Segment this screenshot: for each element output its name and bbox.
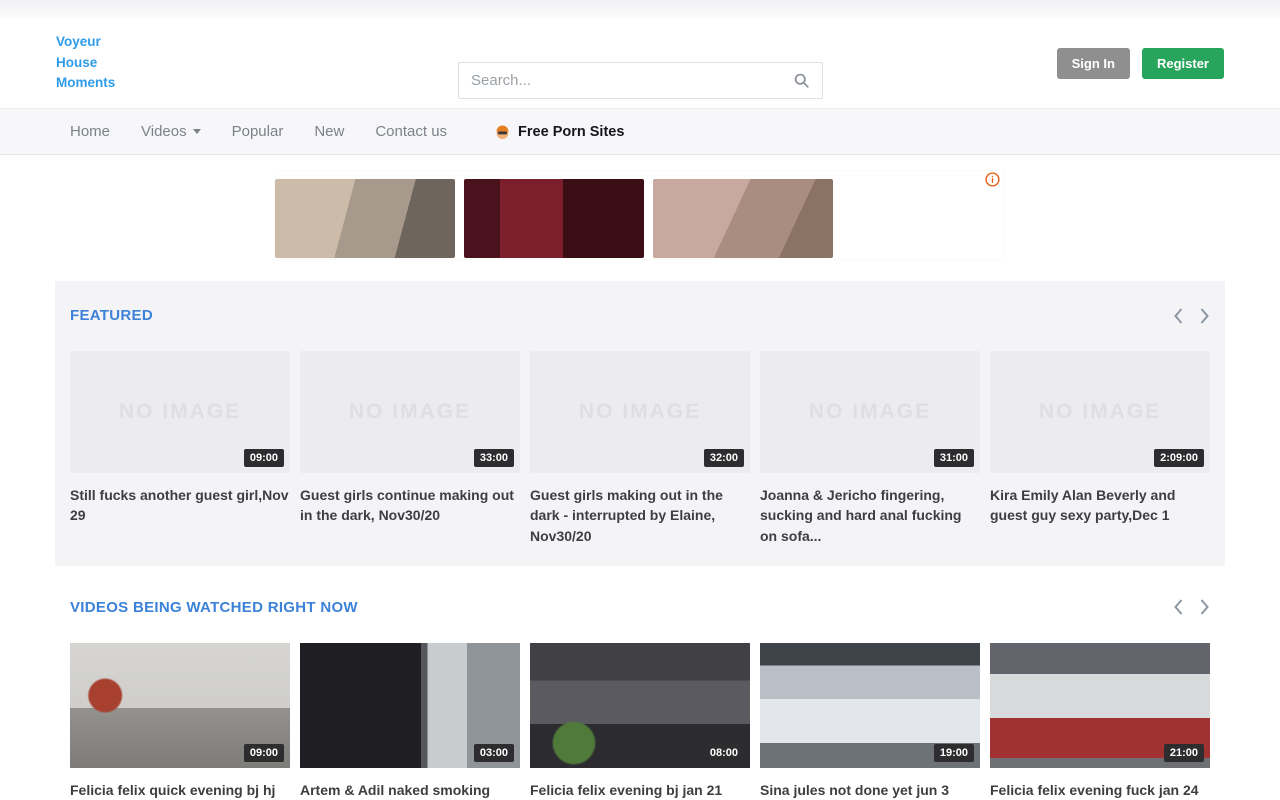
logo-line: Moments (56, 73, 115, 94)
helmet-face-icon (494, 123, 511, 140)
main-nav: Home Videos Popular New Contact us Free … (0, 108, 1280, 155)
video-thumbnail[interactable]: NO IMAGE 31:00 (760, 351, 980, 473)
video-thumbnail[interactable]: NO IMAGE 32:00 (530, 351, 750, 473)
featured-cards-row: NO IMAGE 09:00 Still fucks another guest… (70, 351, 1210, 546)
video-thumbnail[interactable]: 09:00 (70, 643, 290, 768)
nav-item-videos[interactable]: Videos (141, 123, 201, 140)
video-thumbnail[interactable]: 19:00 (760, 643, 980, 768)
carousel-prev-icon[interactable] (1173, 308, 1184, 324)
video-title[interactable]: Guest girls making out in the dark - int… (530, 485, 750, 546)
watched-cards-row: 09:00 Felicia felix quick evening bj hj … (70, 643, 1210, 800)
ad-info-icon[interactable] (985, 172, 1000, 187)
logo-line: Voyeur (56, 32, 115, 53)
video-thumbnail[interactable]: NO IMAGE 2:09:00 (990, 351, 1210, 473)
carousel-prev-icon[interactable] (1173, 599, 1184, 615)
carousel-next-icon[interactable] (1199, 599, 1210, 615)
video-title[interactable]: Guest girls continue making out in the d… (300, 485, 520, 526)
featured-section-title: FEATURED (70, 307, 153, 324)
duration-badge: 09:00 (244, 449, 284, 467)
video-card[interactable]: 08:00 Felicia felix evening bj jan 21 fe… (530, 643, 750, 800)
video-title[interactable]: Sina jules not done yet jun 3 (760, 780, 980, 800)
top-strip (0, 0, 1280, 18)
duration-badge: 19:00 (934, 744, 974, 762)
duration-badge: 08:00 (704, 744, 744, 762)
nav-item-new[interactable]: New (314, 123, 344, 140)
video-thumbnail[interactable]: 03:00 (300, 643, 520, 768)
auth-buttons: Sign In Register (1057, 48, 1224, 79)
no-image-placeholder: NO IMAGE (349, 400, 471, 424)
video-card[interactable]: NO IMAGE 09:00 Still fucks another guest… (70, 351, 290, 546)
sign-in-button[interactable]: Sign In (1057, 48, 1130, 79)
video-thumbnail[interactable]: 21:00 (990, 643, 1210, 768)
nav-item-videos-label: Videos (141, 123, 187, 140)
watched-section-title: VIDEOS BEING WATCHED RIGHT NOW (70, 599, 358, 616)
duration-badge: 33:00 (474, 449, 514, 467)
video-card[interactable]: NO IMAGE 31:00 Joanna & Jericho fingerin… (760, 351, 980, 546)
register-button[interactable]: Register (1142, 48, 1224, 79)
video-title[interactable]: Artem & Adil naked smoking break 3 Aug 2… (300, 780, 520, 800)
duration-badge: 31:00 (934, 449, 974, 467)
nav-item-home[interactable]: Home (70, 123, 110, 140)
no-image-placeholder: NO IMAGE (809, 400, 931, 424)
featured-carousel-arrows (1173, 308, 1210, 324)
duration-badge: 03:00 (474, 744, 514, 762)
video-card[interactable]: 09:00 Felicia felix quick evening bj hj … (70, 643, 290, 800)
search-icon[interactable] (793, 72, 810, 89)
video-card[interactable]: 21:00 Felicia felix evening fuck jan 24 … (990, 643, 1210, 800)
watched-carousel-arrows (1173, 599, 1210, 615)
free-porn-sites-link[interactable]: Free Porn Sites (494, 123, 624, 140)
video-card[interactable]: 19:00 Sina jules not done yet jun 3 sina… (760, 643, 980, 800)
nav-item-contact-us[interactable]: Contact us (375, 123, 447, 140)
ad-thumbnail[interactable] (464, 179, 644, 258)
ad-thumbnail[interactable] (275, 179, 455, 258)
video-thumbnail[interactable]: NO IMAGE 09:00 (70, 351, 290, 473)
video-title[interactable]: Still fucks another guest girl,Nov 29 (70, 485, 290, 526)
no-image-placeholder: NO IMAGE (579, 400, 701, 424)
video-card[interactable]: NO IMAGE 32:00 Guest girls making out in… (530, 351, 750, 546)
video-title[interactable]: Felicia felix evening fuck jan 24 (990, 780, 1210, 800)
carousel-next-icon[interactable] (1199, 308, 1210, 324)
site-logo[interactable]: Voyeur House Moments (56, 32, 115, 95)
video-card[interactable]: NO IMAGE 33:00 Guest girls continue maki… (300, 351, 520, 546)
no-image-placeholder: NO IMAGE (119, 400, 241, 424)
video-card[interactable]: 03:00 Artem & Adil naked smoking break 3… (300, 643, 520, 800)
ad-zone (0, 155, 1280, 277)
search-bar (458, 62, 823, 99)
free-porn-sites-label: Free Porn Sites (518, 124, 624, 140)
logo-line: House (56, 53, 115, 74)
caret-down-icon (193, 129, 201, 134)
featured-section-header: FEATURED (70, 307, 1210, 324)
video-title[interactable]: Felicia felix quick evening bj hj nov 4 (70, 780, 290, 800)
no-image-placeholder: NO IMAGE (1039, 400, 1161, 424)
search-input[interactable] (471, 72, 793, 89)
featured-section: FEATURED NO IMAGE 09:00 Still fucks anot… (55, 281, 1225, 566)
video-title[interactable]: Kira Emily Alan Beverly and guest guy se… (990, 485, 1210, 526)
ad-banner[interactable] (275, 171, 1003, 259)
site-header: Voyeur House Moments Sign In Register (0, 18, 1280, 108)
video-card[interactable]: NO IMAGE 2:09:00 Kira Emily Alan Beverly… (990, 351, 1210, 546)
ad-thumbnail[interactable] (653, 179, 833, 258)
duration-badge: 2:09:00 (1154, 449, 1204, 467)
watched-section: VIDEOS BEING WATCHED RIGHT NOW 09:00 Fel… (55, 599, 1225, 800)
video-title[interactable]: Joanna & Jericho fingering, sucking and … (760, 485, 980, 546)
duration-badge: 09:00 (244, 744, 284, 762)
video-thumbnail[interactable]: 08:00 (530, 643, 750, 768)
duration-badge: 32:00 (704, 449, 744, 467)
duration-badge: 21:00 (1164, 744, 1204, 762)
video-thumbnail[interactable]: NO IMAGE 33:00 (300, 351, 520, 473)
nav-item-popular[interactable]: Popular (232, 123, 284, 140)
video-title[interactable]: Felicia felix evening bj jan 21 (530, 780, 750, 800)
watched-section-header: VIDEOS BEING WATCHED RIGHT NOW (70, 599, 1210, 616)
